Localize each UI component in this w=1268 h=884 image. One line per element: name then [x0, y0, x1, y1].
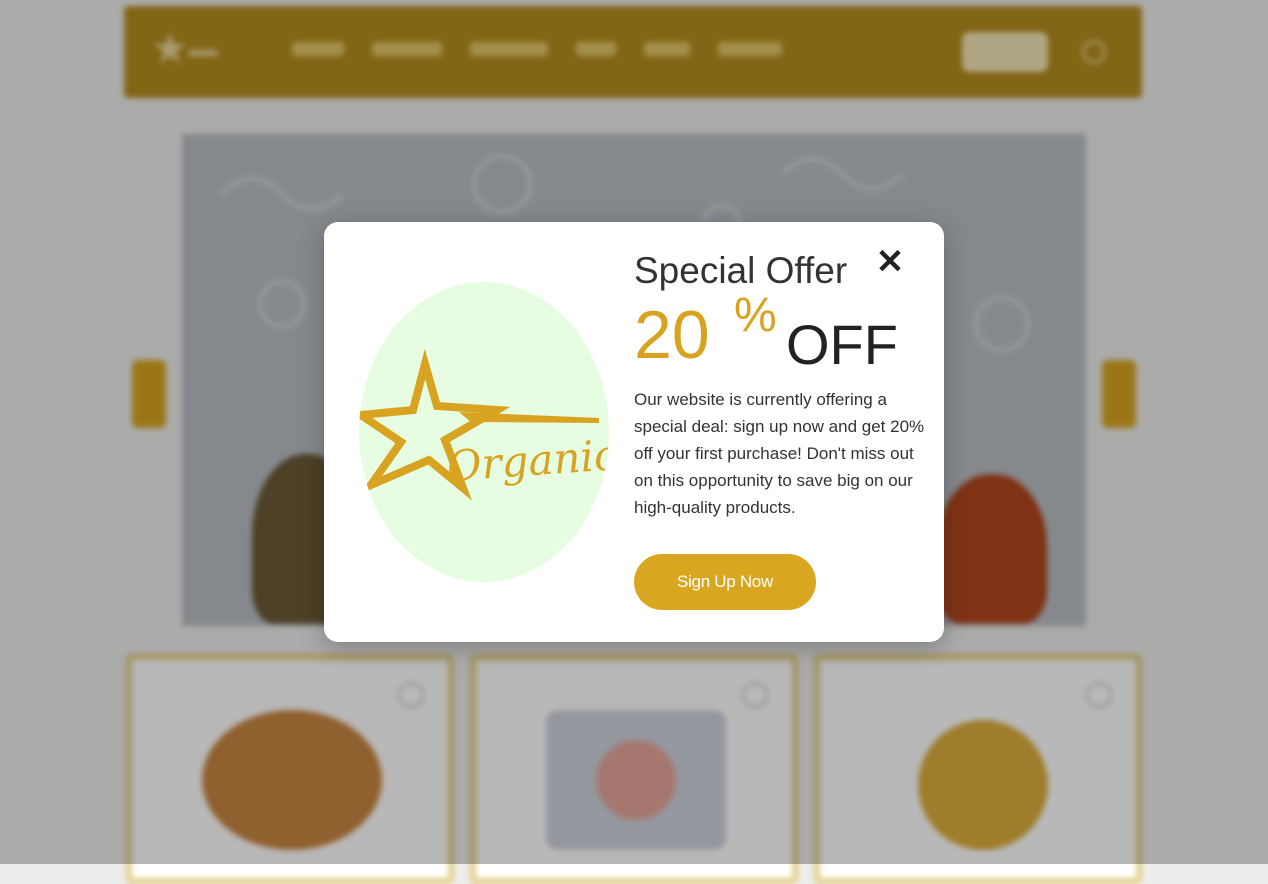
discount-off-label: OFF	[786, 313, 898, 376]
logo-brand-text: Organic	[445, 430, 609, 491]
discount-percent-symbol: %	[734, 289, 777, 342]
offer-description: Our website is currently offering a spec…	[634, 390, 925, 517]
discount-display: 20 % OFF	[634, 289, 924, 378]
organic-logo: Organic	[359, 282, 609, 582]
close-icon[interactable]: ✕	[874, 245, 906, 279]
sign-up-button[interactable]: Sign Up Now	[634, 554, 816, 610]
star-logo-icon: Organic	[359, 348, 609, 501]
discount-value: 20	[634, 297, 710, 373]
special-offer-modal: Organic Special Offer ✕ 20 % OFF Our web…	[324, 222, 944, 642]
